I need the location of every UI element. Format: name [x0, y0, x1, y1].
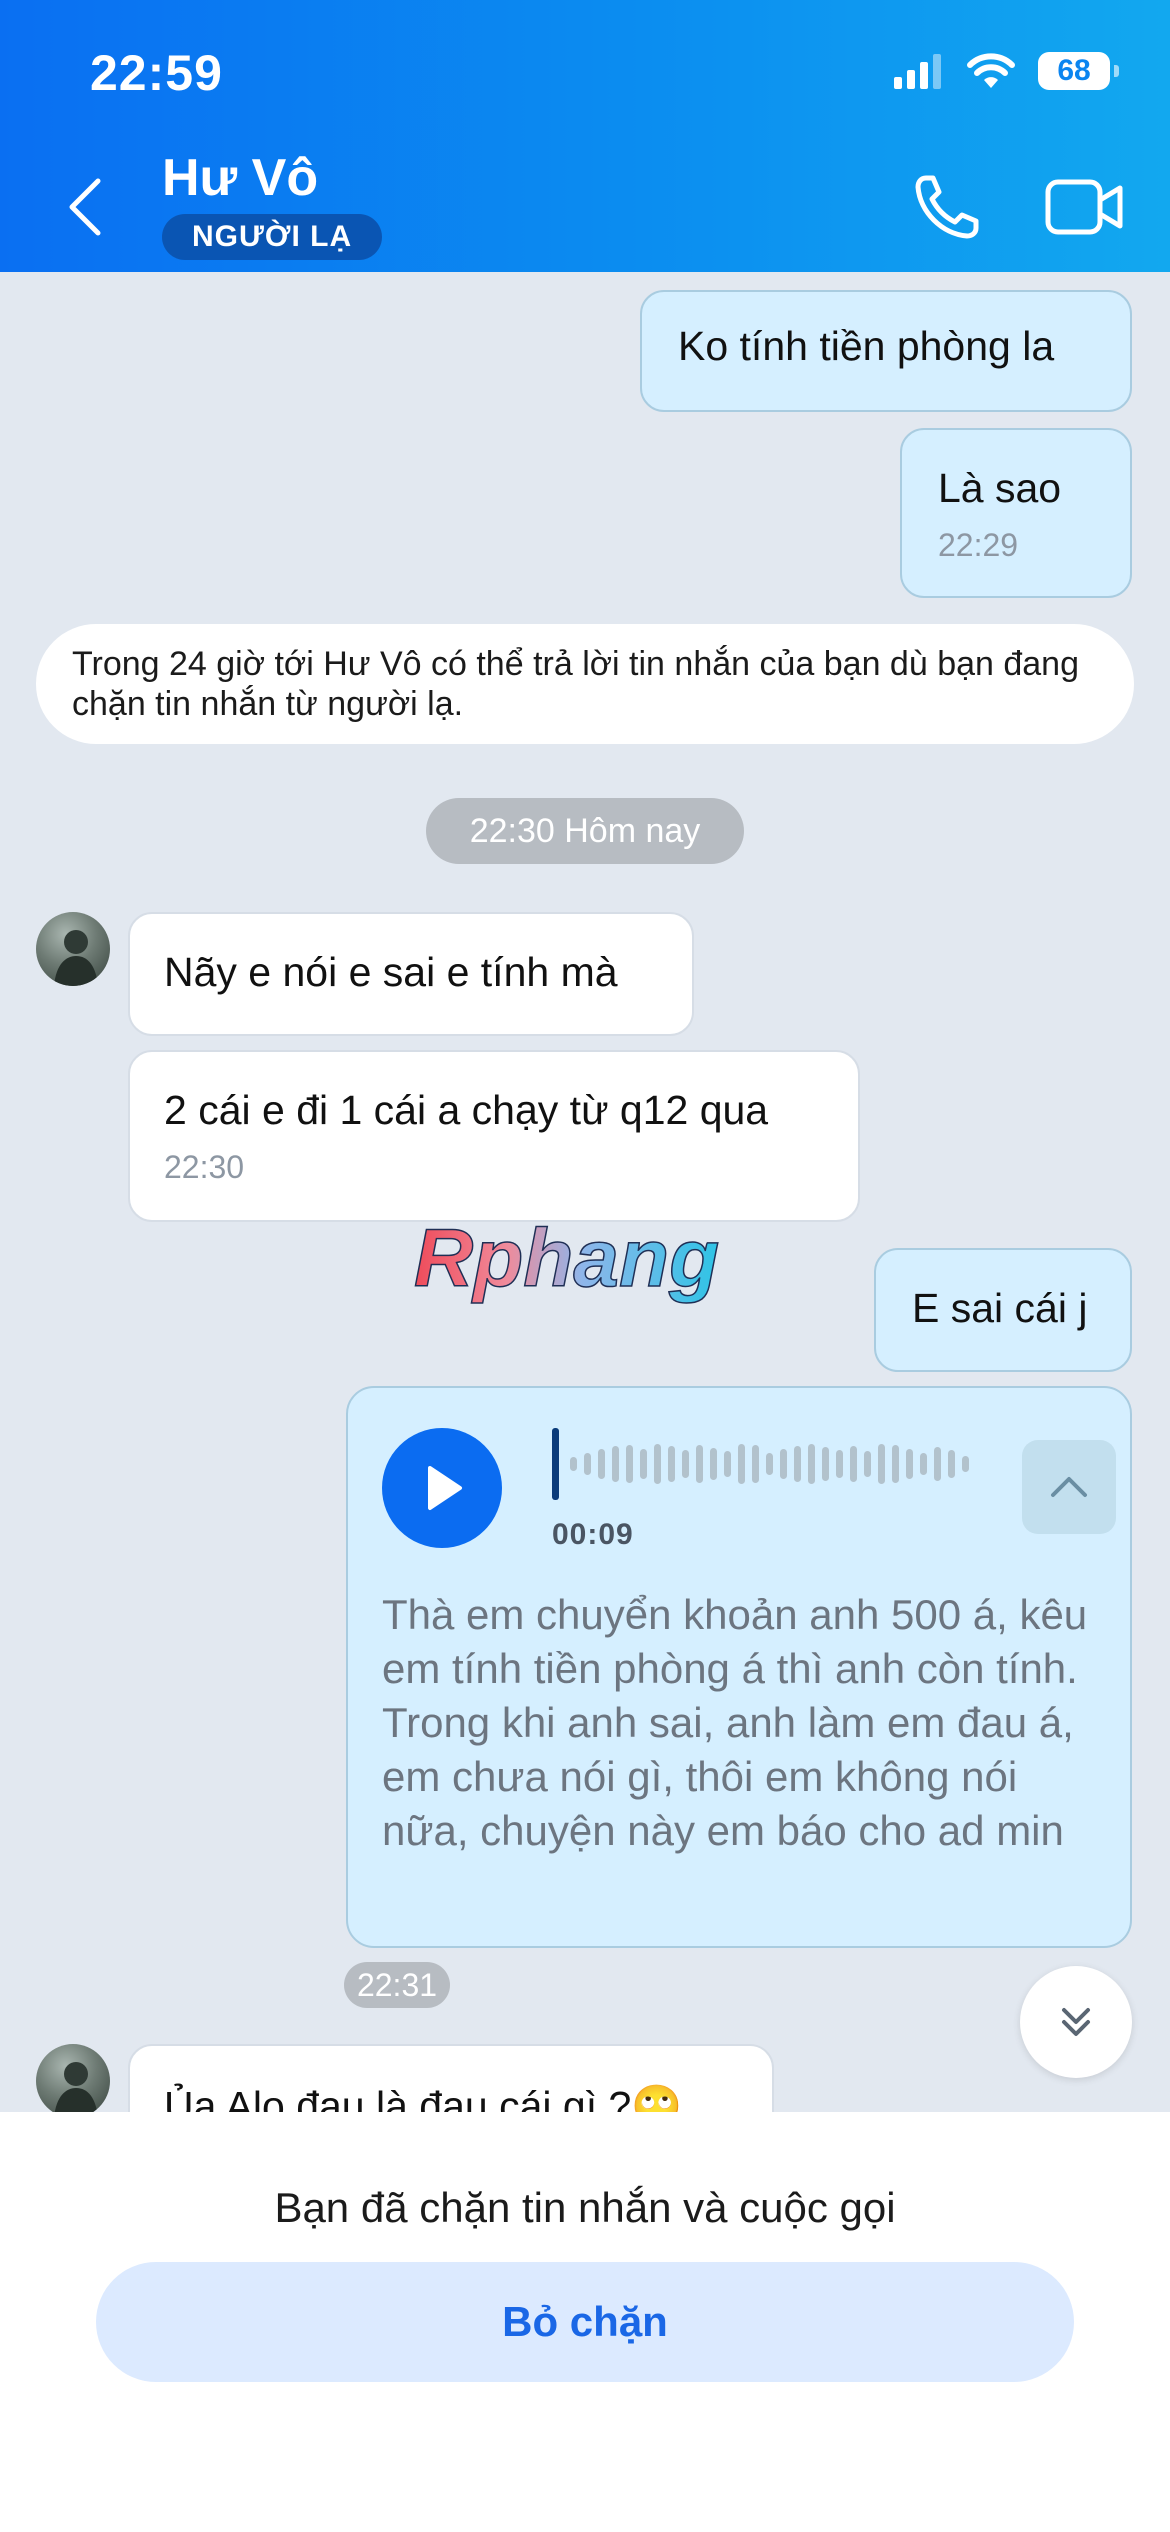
waveform-bar	[682, 1450, 689, 1478]
stranger-badge: NGƯỜI LẠ	[162, 214, 383, 260]
waveform-bar	[570, 1457, 577, 1471]
waveform-bar	[626, 1445, 633, 1483]
watermark-text: Rphang	[414, 1216, 719, 1304]
date-separator: 22:30 Hôm nay	[426, 798, 744, 864]
outgoing-message[interactable]: Là sao 22:29	[900, 428, 1132, 598]
play-button[interactable]	[382, 1428, 502, 1548]
waveform-bar	[822, 1447, 829, 1481]
waveform-bar	[878, 1444, 885, 1484]
waveform-bar	[794, 1446, 801, 1482]
avatar[interactable]	[36, 912, 110, 986]
status-time: 22:59	[90, 45, 223, 101]
cellular-signal-icon	[894, 54, 941, 89]
waveform-bar	[906, 1449, 913, 1479]
waveform-bar	[738, 1444, 745, 1484]
waveform-bar	[654, 1444, 661, 1484]
message-time: 22:29	[938, 527, 1019, 563]
voice-message[interactable]: 00:09 Thà em chuyển khoản anh 500 á, kêu…	[346, 1386, 1132, 1948]
message-time: 22:31	[344, 1962, 450, 2008]
voice-waveform[interactable]	[552, 1426, 972, 1502]
waveform-bar	[584, 1453, 591, 1475]
message-text: 2 cái e đi 1 cái a chạy từ q12 qua	[164, 1087, 769, 1133]
outgoing-message[interactable]: E sai cái j	[874, 1248, 1132, 1372]
message-text: E sai cái j	[912, 1285, 1088, 1331]
incoming-message[interactable]: 2 cái e đi 1 cái a chạy từ q12 qua 22:30	[128, 1050, 860, 1222]
video-camera-icon	[1045, 179, 1123, 235]
waveform-bar	[766, 1453, 773, 1475]
chevron-up-icon	[1051, 1477, 1087, 1497]
waveform-bar	[696, 1445, 703, 1483]
waveform-bar	[612, 1446, 619, 1482]
waveform-playhead	[552, 1428, 559, 1500]
phone-icon	[915, 175, 979, 239]
battery-icon: 68	[1038, 52, 1119, 90]
waveform-bar	[752, 1445, 759, 1483]
voice-duration: 00:09	[552, 1518, 634, 1551]
waveform-bar	[850, 1446, 857, 1482]
blocked-notice: Bạn đã chặn tin nhắn và cuộc gọi	[274, 2184, 896, 2231]
waveform-bar	[640, 1449, 647, 1479]
waveform-bar	[920, 1453, 927, 1475]
waveform-bar	[836, 1450, 843, 1478]
wifi-icon	[967, 53, 1015, 88]
waveform-bar	[948, 1450, 955, 1478]
voice-call-button[interactable]	[912, 172, 982, 242]
message-text: Nãy e nói e sai e tính mà	[164, 949, 618, 995]
waveform-bar	[808, 1444, 815, 1484]
contact-name[interactable]: Hư Vô	[162, 148, 318, 208]
scroll-to-bottom-button[interactable]	[1020, 1966, 1132, 2078]
chevron-left-icon	[69, 178, 101, 236]
watermark-logo: Rphang	[413, 1216, 720, 1305]
waveform-bar	[934, 1447, 941, 1481]
back-button[interactable]	[64, 172, 112, 242]
message-time: 22:30	[164, 1149, 245, 1185]
waveform-bar	[864, 1451, 871, 1477]
message-text: Ko tính tiền phòng la	[678, 323, 1055, 369]
double-chevron-down-icon	[1062, 2008, 1090, 2036]
waveform-bar	[710, 1448, 717, 1480]
waveform-bar	[780, 1449, 787, 1479]
waveform-bar	[668, 1446, 675, 1482]
incoming-message[interactable]: Nãy e nói e sai e tính mà	[128, 912, 694, 1036]
video-call-button[interactable]	[1044, 176, 1124, 238]
unblock-button[interactable]: Bỏ chặn	[96, 2262, 1074, 2382]
status-icons: 68	[894, 52, 1119, 90]
chat-header: 22:59 68 Hư Vô NGƯỜI LẠ	[0, 0, 1170, 272]
system-notice: Trong 24 giờ tới Hư Vô có thể trả lời ti…	[36, 624, 1134, 744]
voice-transcript: Thà em chuyển khoản anh 500 á, kêu em tí…	[382, 1591, 1088, 1854]
avatar[interactable]	[36, 2044, 110, 2118]
waveform-bar	[962, 1456, 969, 1472]
collapse-transcript-button[interactable]	[1022, 1440, 1116, 1534]
play-icon	[428, 1466, 462, 1510]
avatar-image	[54, 2062, 98, 2118]
avatar-image	[54, 930, 98, 986]
waveform-bar	[892, 1445, 899, 1483]
waveform-bar	[724, 1451, 731, 1477]
message-text: Là sao	[938, 465, 1062, 511]
waveform-bar	[598, 1449, 605, 1479]
blocked-panel: Bạn đã chặn tin nhắn và cuộc gọi Bỏ chặn	[0, 2112, 1170, 2532]
outgoing-message[interactable]: Ko tính tiền phòng la	[640, 290, 1132, 412]
